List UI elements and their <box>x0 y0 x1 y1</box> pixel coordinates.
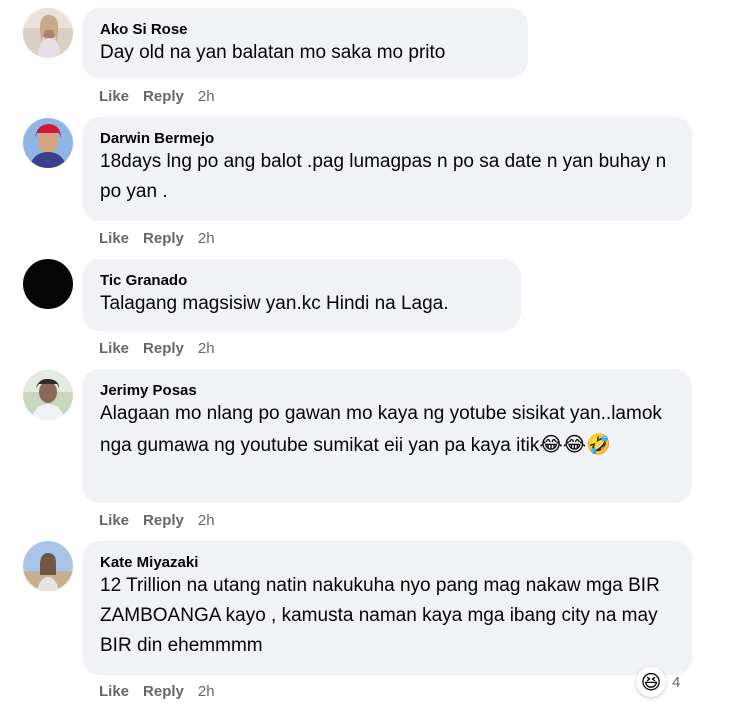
comment-bubble: Tic Granado Talagang magsisiw yan.kc Hin… <box>82 259 521 331</box>
reply-button[interactable]: Reply <box>143 683 184 701</box>
avatar[interactable] <box>23 8 73 58</box>
comment-actions: Like Reply 2h <box>99 512 229 530</box>
avatar[interactable] <box>23 259 73 309</box>
avatar[interactable] <box>23 118 73 168</box>
avatar[interactable] <box>23 370 73 420</box>
comment-actions: Like Reply 2h <box>99 230 229 248</box>
user-photo-icon <box>23 541 73 591</box>
comment-bubble: Kate Miyazaki 12 Trillion na utang natin… <box>82 541 692 675</box>
user-photo-icon <box>23 118 73 168</box>
like-button[interactable]: Like <box>99 512 129 530</box>
like-button[interactable]: Like <box>99 88 129 106</box>
comment-timestamp[interactable]: 2h <box>198 340 215 358</box>
comment-bubble: Ako Si Rose Day old na yan balatan mo sa… <box>82 8 528 78</box>
reaction-count: 4 <box>672 673 681 691</box>
comment-actions: Like Reply 2h <box>99 683 229 701</box>
comment-text: Alagaan mo nlang po gawan mo kaya ng yot… <box>100 399 674 461</box>
user-photo-icon <box>23 8 73 58</box>
comment-text: 12 Trillion na utang natin nakukuha nyo … <box>100 575 660 656</box>
laughing-emoji-icon: 😂😂🤣 <box>539 432 612 456</box>
commenter-name[interactable]: Darwin Bermejo <box>100 129 674 149</box>
reply-button[interactable]: Reply <box>143 512 184 530</box>
user-photo-icon <box>23 370 73 420</box>
commenter-name[interactable]: Jerimy Posas <box>100 381 674 401</box>
commenter-name[interactable]: Tic Granado <box>100 271 503 291</box>
comment-timestamp[interactable]: 2h <box>198 88 215 106</box>
comment-actions: Like Reply 2h <box>99 340 229 358</box>
reaction-summary[interactable]: 😆 4 <box>636 667 680 697</box>
reply-button[interactable]: Reply <box>143 88 184 106</box>
commenter-name[interactable]: Kate Miyazaki <box>100 553 674 573</box>
comment-bubble: Darwin Bermejo 18days lng po ang balot .… <box>82 117 692 221</box>
commenter-name[interactable]: Ako Si Rose <box>100 20 510 40</box>
comment-text: 18days lng po ang balot .pag lumagpas n … <box>100 151 667 202</box>
haha-reaction-icon: 😆 <box>636 667 666 697</box>
comment-text: Talagang magsisiw yan.kc Hindi na Laga. <box>100 293 449 314</box>
comment-timestamp[interactable]: 2h <box>198 683 215 701</box>
comment-timestamp[interactable]: 2h <box>198 230 215 248</box>
comment-bubble: Jerimy Posas Alagaan mo nlang po gawan m… <box>82 369 692 503</box>
like-button[interactable]: Like <box>99 230 129 248</box>
like-button[interactable]: Like <box>99 683 129 701</box>
reply-button[interactable]: Reply <box>143 230 184 248</box>
comment-text: Day old na yan balatan mo saka mo prito <box>100 42 446 63</box>
comment-timestamp[interactable]: 2h <box>198 512 215 530</box>
comment-actions: Like Reply 2h <box>99 88 229 106</box>
like-button[interactable]: Like <box>99 340 129 358</box>
avatar[interactable] <box>23 541 73 591</box>
reply-button[interactable]: Reply <box>143 340 184 358</box>
